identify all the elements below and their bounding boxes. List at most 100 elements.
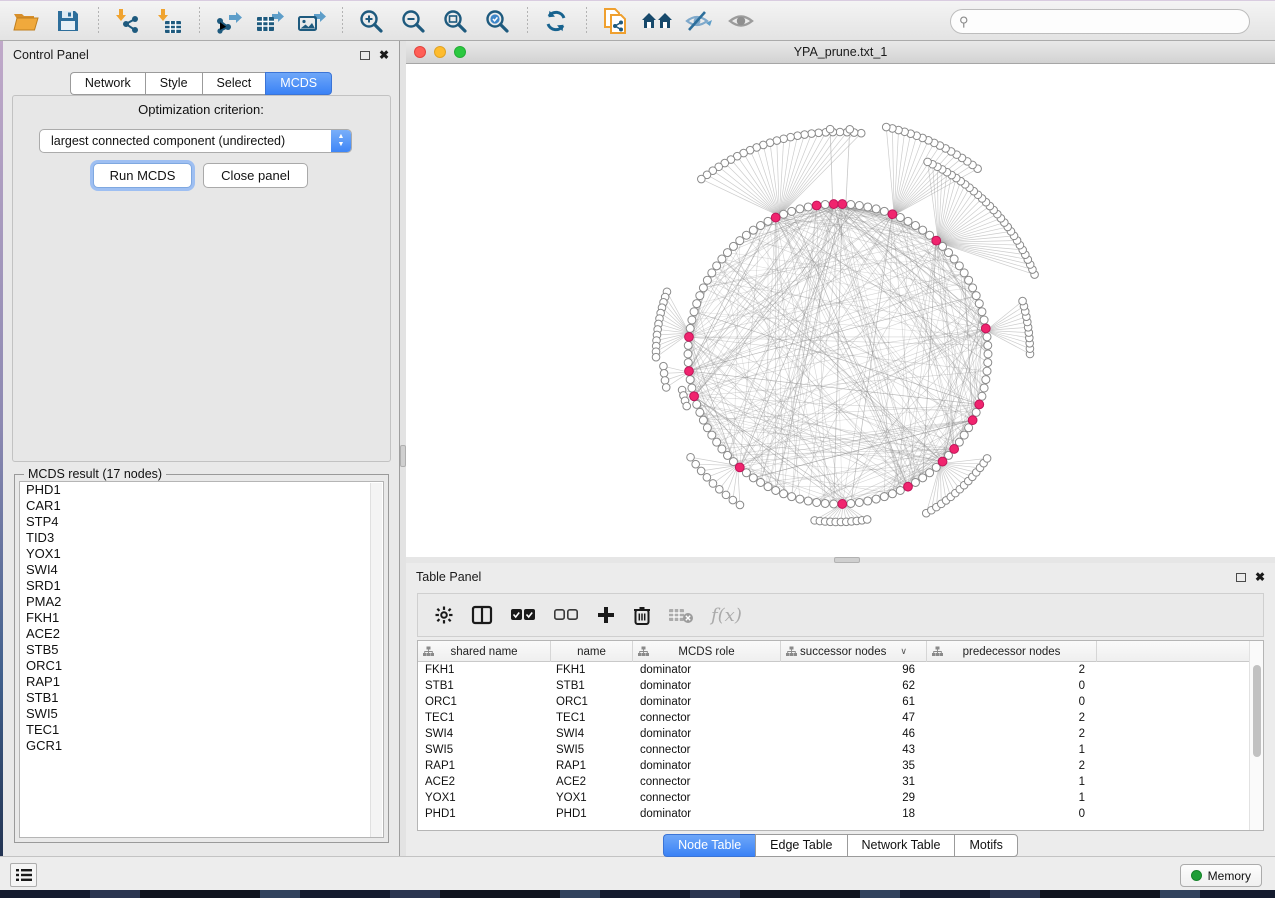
graph-node[interactable]	[863, 516, 871, 524]
graph-node[interactable]	[698, 175, 706, 183]
graph-node[interactable]	[723, 249, 731, 257]
search-input[interactable]	[950, 9, 1250, 34]
cell-predecessors[interactable]: 1	[927, 776, 1097, 788]
graph-node[interactable]	[980, 384, 988, 392]
graph-node[interactable]	[815, 129, 823, 137]
cell-role[interactable]: dominator	[633, 808, 781, 820]
first-neighbors-icon[interactable]	[641, 6, 673, 36]
cell-predecessors[interactable]: 2	[927, 712, 1097, 724]
graph-node[interactable]	[718, 445, 726, 453]
cell-name[interactable]: ACE2	[551, 776, 633, 788]
cell-shared_name[interactable]: YOX1	[418, 792, 551, 804]
task-history-button[interactable]	[10, 863, 37, 887]
mcds-node[interactable]	[829, 200, 838, 209]
cell-predecessors[interactable]: 0	[927, 680, 1097, 692]
graph-node[interactable]	[972, 292, 980, 300]
cell-role[interactable]: dominator	[633, 696, 781, 708]
graph-node[interactable]	[924, 158, 932, 166]
cell-predecessors[interactable]: 2	[927, 760, 1097, 772]
mcds-node[interactable]	[981, 324, 990, 333]
float-window-icon[interactable]	[1236, 573, 1246, 582]
cell-name[interactable]: RAP1	[551, 760, 633, 772]
close-panel-icon[interactable]: ✖	[1255, 572, 1265, 582]
network-canvas[interactable]	[406, 64, 1275, 557]
graph-node[interactable]	[693, 400, 701, 408]
import-network-icon[interactable]	[111, 6, 143, 36]
mcds-result-item[interactable]: STB1	[20, 690, 383, 706]
graph-node[interactable]	[882, 123, 890, 131]
graph-node[interactable]	[661, 377, 669, 385]
cell-shared_name[interactable]: TEC1	[418, 712, 551, 724]
graph-node[interactable]	[960, 269, 968, 277]
cell-role[interactable]: connector	[633, 712, 781, 724]
table-row[interactable]: PHD1PHD1dominator180	[418, 806, 1263, 822]
cell-role[interactable]: dominator	[633, 680, 781, 692]
cell-predecessors[interactable]: 2	[927, 664, 1097, 676]
graph-node[interactable]	[965, 424, 973, 432]
result-list-scrollbar[interactable]	[370, 483, 382, 838]
graph-node[interactable]	[736, 237, 744, 245]
graph-node[interactable]	[855, 498, 863, 506]
graph-node[interactable]	[796, 495, 804, 503]
graph-node[interactable]	[911, 222, 919, 230]
graph-node[interactable]	[847, 201, 855, 209]
graph-node[interactable]	[718, 255, 726, 263]
graph-node[interactable]	[965, 276, 973, 284]
mcds-node[interactable]	[888, 210, 897, 219]
graph-node[interactable]	[757, 222, 765, 230]
mcds-result-item[interactable]: RAP1	[20, 674, 383, 690]
refresh-icon[interactable]	[540, 6, 572, 36]
graph-node[interactable]	[788, 207, 796, 215]
graph-node[interactable]	[687, 453, 695, 461]
column-header-successor-nodes[interactable]: successor nodes∨	[781, 641, 927, 662]
graph-node[interactable]	[723, 451, 731, 459]
graph-node[interactable]	[978, 392, 986, 400]
cell-successors[interactable]: 62	[781, 680, 927, 692]
mcds-result-item[interactable]: PMA2	[20, 594, 383, 610]
graph-node[interactable]	[708, 431, 716, 439]
graph-node[interactable]	[697, 467, 705, 475]
graph-node[interactable]	[692, 460, 700, 468]
save-session-icon[interactable]	[52, 6, 84, 36]
graph-node[interactable]	[864, 497, 872, 505]
graph-node[interactable]	[684, 341, 692, 349]
tab-select[interactable]: Select	[202, 72, 266, 95]
graph-node[interactable]	[709, 480, 717, 488]
graph-node[interactable]	[857, 129, 865, 137]
table-row[interactable]: SWI4SWI4dominator462	[418, 726, 1263, 742]
graph-node[interactable]	[686, 376, 694, 384]
mcds-result-item[interactable]: GCR1	[20, 738, 383, 754]
table-row[interactable]: FKH1FKH1dominator962	[418, 662, 1263, 678]
graph-node[interactable]	[950, 255, 958, 263]
mcds-result-item[interactable]: SWI4	[20, 562, 383, 578]
graph-node[interactable]	[683, 402, 691, 410]
cell-predecessors[interactable]: 0	[927, 696, 1097, 708]
cell-name[interactable]: TEC1	[551, 712, 633, 724]
cell-name[interactable]: ORC1	[551, 696, 633, 708]
tab-mcds[interactable]: MCDS	[265, 72, 332, 95]
mcds-result-item[interactable]: SWI5	[20, 706, 383, 722]
graph-node[interactable]	[696, 292, 704, 300]
network-window-titlebar[interactable]: YPA_prune.txt_1	[406, 41, 1275, 64]
mcds-node[interactable]	[975, 400, 984, 409]
graph-node[interactable]	[716, 486, 724, 494]
graph-node[interactable]	[764, 217, 772, 225]
cell-predecessors[interactable]: 1	[927, 792, 1097, 804]
show-columns-icon[interactable]	[471, 605, 493, 625]
mcds-result-item[interactable]: ACE2	[20, 626, 383, 642]
mcds-result-item[interactable]: CAR1	[20, 498, 383, 514]
cell-predecessors[interactable]: 0	[927, 808, 1097, 820]
graph-node[interactable]	[801, 131, 809, 139]
graph-node[interactable]	[749, 474, 757, 482]
tab-node-table[interactable]: Node Table	[663, 834, 755, 857]
mcds-result-item[interactable]: PHD1	[20, 482, 383, 498]
mcds-node[interactable]	[950, 445, 959, 454]
graph-node[interactable]	[972, 408, 980, 416]
cell-name[interactable]: YOX1	[551, 792, 633, 804]
graph-node[interactable]	[736, 501, 744, 509]
mcds-node[interactable]	[838, 200, 847, 209]
graph-node[interactable]	[808, 130, 816, 138]
graph-node[interactable]	[872, 495, 880, 503]
graph-node[interactable]	[699, 284, 707, 292]
graph-node[interactable]	[919, 226, 927, 234]
